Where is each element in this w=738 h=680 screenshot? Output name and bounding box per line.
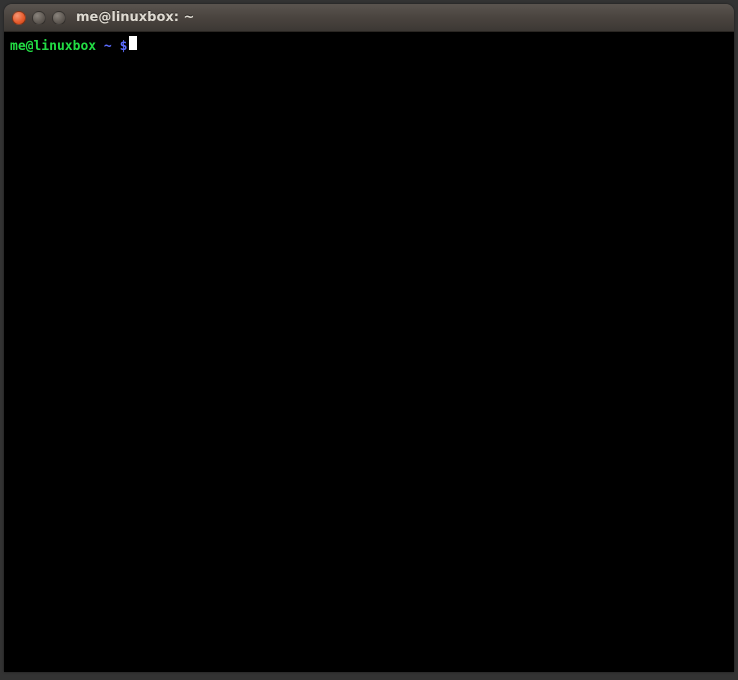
- window-controls: [12, 11, 66, 25]
- window-title: me@linuxbox: ~: [76, 10, 194, 25]
- prompt-line: me@linuxbox ~ $: [10, 36, 728, 55]
- minimize-icon[interactable]: [32, 11, 46, 25]
- prompt-user-host: me@linuxbox: [10, 39, 96, 55]
- cursor-icon: [129, 36, 137, 50]
- close-icon[interactable]: [12, 11, 26, 25]
- prompt-path: ~ $: [104, 39, 127, 55]
- terminal-window: me@linuxbox: ~ me@linuxbox ~ $: [4, 4, 734, 672]
- prompt-separator: [96, 39, 104, 55]
- titlebar[interactable]: me@linuxbox: ~: [4, 4, 734, 32]
- maximize-icon[interactable]: [52, 11, 66, 25]
- terminal-body[interactable]: me@linuxbox ~ $: [4, 32, 734, 672]
